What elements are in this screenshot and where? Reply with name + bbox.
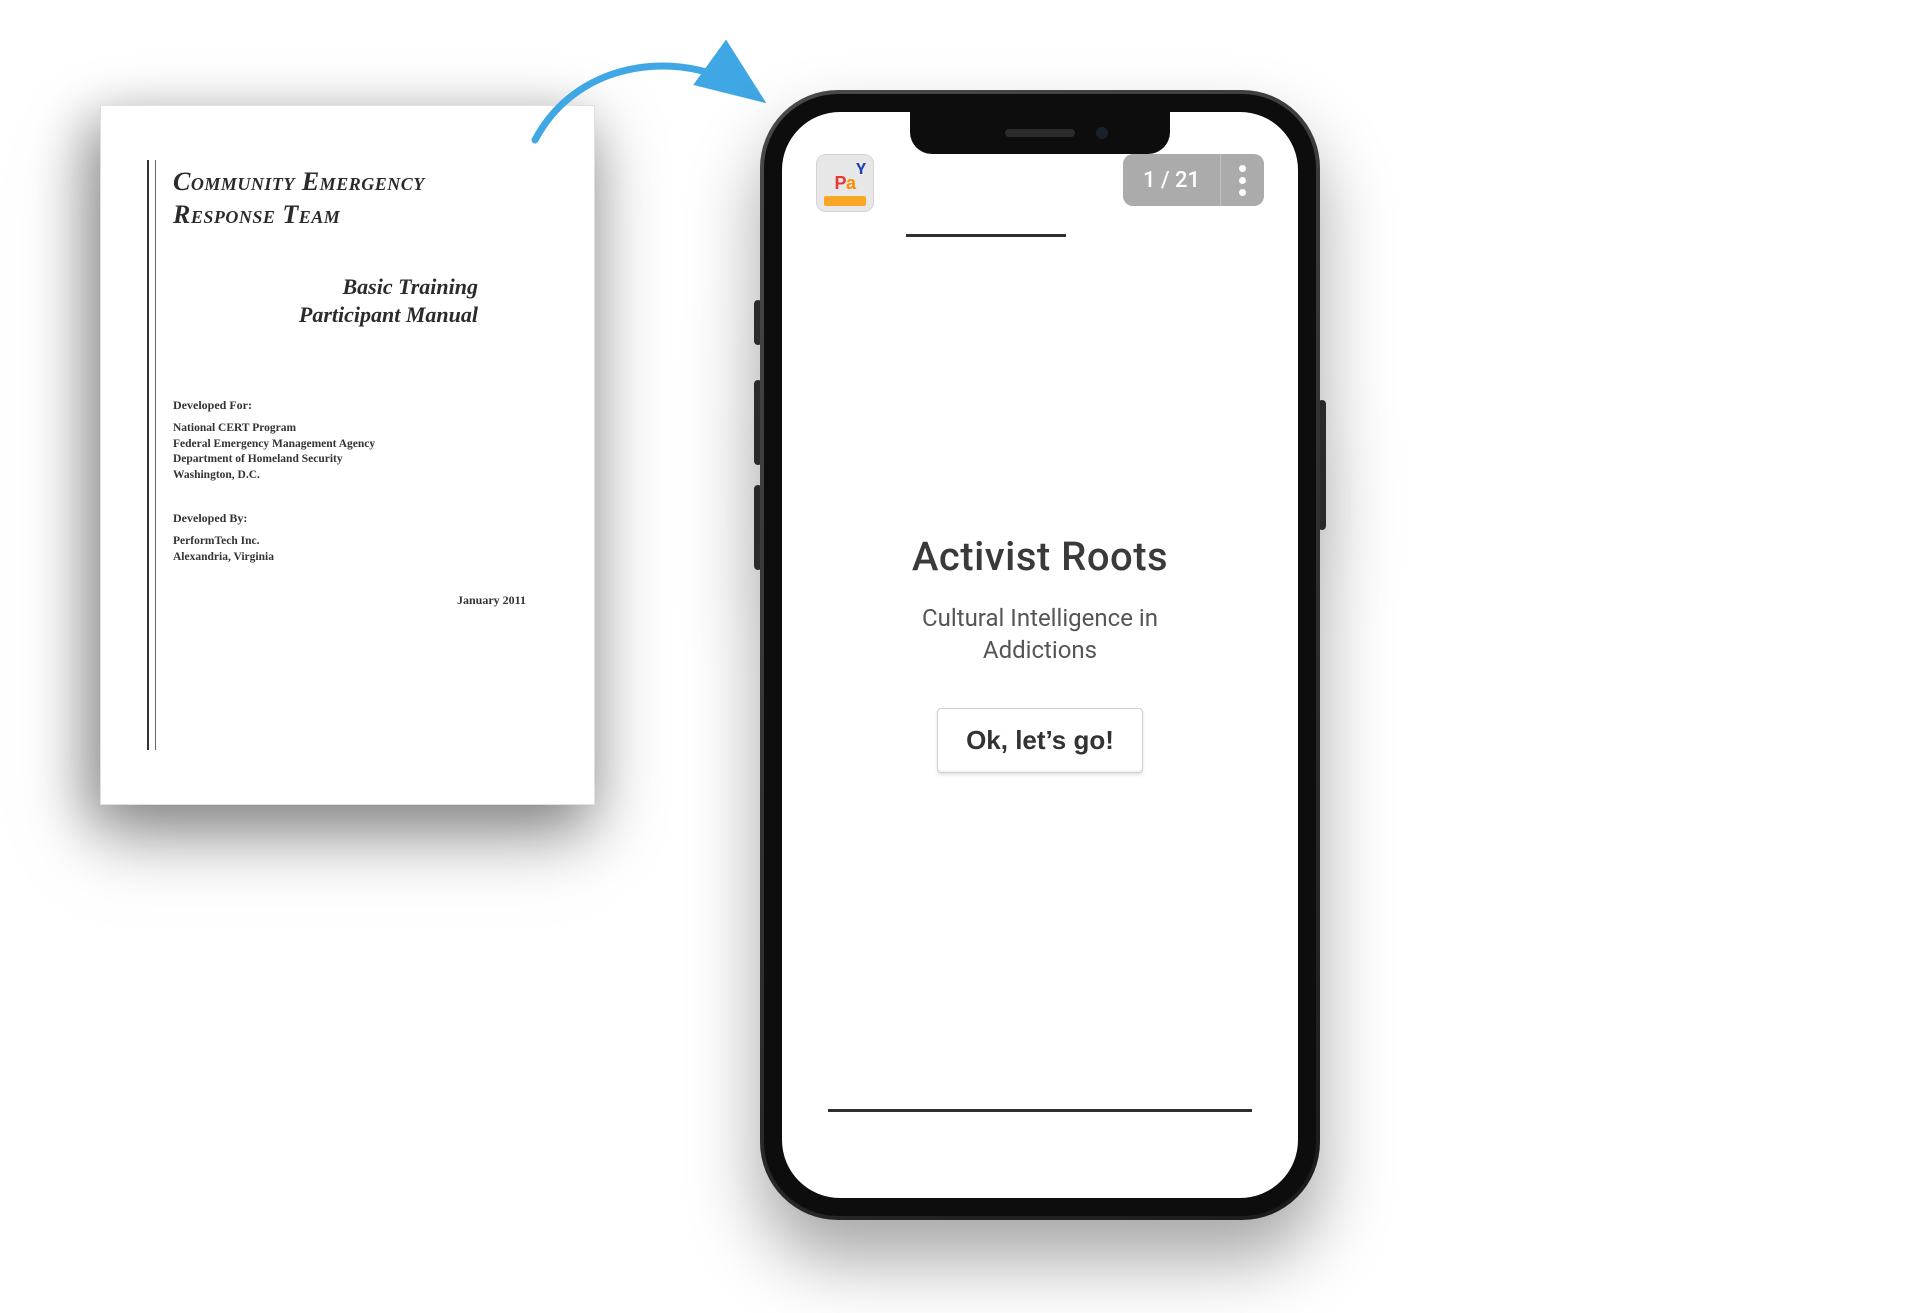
logo-underline <box>824 196 866 206</box>
topbar-right: 1 / 21 <box>1123 154 1264 206</box>
developed-by-body: PerformTech Inc. Alexandria, Virginia <box>173 534 546 565</box>
document-content: Community Emergency Response Team Basic … <box>173 166 546 754</box>
phone-mockup: Y Pa 1 / 21 Activist Root <box>760 90 1320 1220</box>
course-intro: Activist Roots Cultural Intelligence in … <box>816 237 1264 1109</box>
canvas: Community Emergency Response Team Basic … <box>0 0 1920 1313</box>
bottom-divider <box>828 1109 1252 1112</box>
document-title: Community Emergency Response Team <box>173 166 546 231</box>
logo-figure-icon: Y <box>856 159 866 178</box>
margin-rule-inner <box>155 160 156 750</box>
developed-by-label: Developed By: <box>173 511 546 526</box>
developed-for-label: Developed For: <box>173 398 546 413</box>
document-subtitle: Basic Training Participant Manual <box>173 273 546 328</box>
source-document: Community Emergency Response Team Basic … <box>100 105 595 805</box>
phone-screen: Y Pa 1 / 21 Activist Root <box>782 112 1298 1198</box>
course-title: Activist Roots <box>912 533 1168 580</box>
start-button[interactable]: Ok, let’s go! <box>937 708 1143 773</box>
app-screen: Y Pa 1 / 21 Activist Root <box>782 112 1298 1198</box>
margin-rule-outer <box>147 160 149 750</box>
app-topbar: Y Pa 1 / 21 <box>816 154 1264 214</box>
conversion-arrow-icon <box>520 40 780 160</box>
course-subtitle: Cultural Intelligence in Addictions <box>922 602 1158 667</box>
developed-for-body: National CERT Program Federal Emergency … <box>173 421 546 483</box>
page-counter: 1 / 21 <box>1123 154 1220 206</box>
phone-body: Y Pa 1 / 21 Activist Root <box>760 90 1320 1220</box>
document-page: Community Emergency Response Team Basic … <box>100 105 595 805</box>
kebab-menu-icon[interactable] <box>1220 154 1264 206</box>
document-date: January 2011 <box>173 593 546 608</box>
logo-text: Pa <box>834 174 855 192</box>
app-logo[interactable]: Y Pa <box>816 154 874 212</box>
